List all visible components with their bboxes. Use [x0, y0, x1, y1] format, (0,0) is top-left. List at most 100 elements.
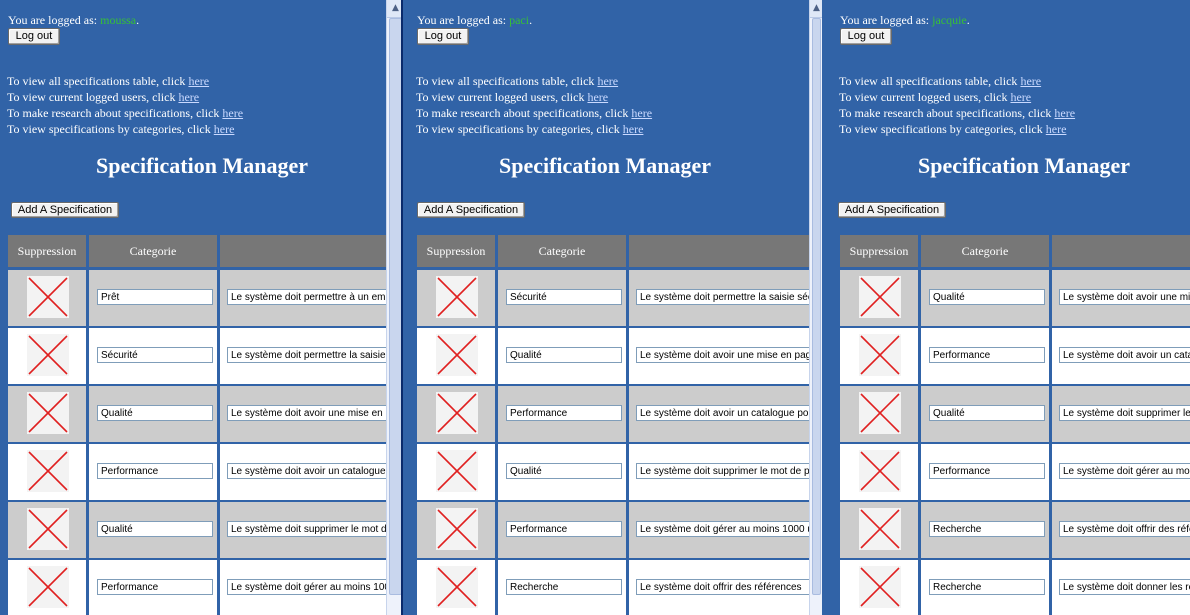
column-header-description [220, 235, 386, 267]
delete-x-icon[interactable] [27, 334, 69, 376]
category-input[interactable]: Sécurité [506, 289, 622, 305]
category-input[interactable]: Recherche [929, 521, 1045, 537]
delete-x-icon[interactable] [436, 334, 478, 376]
login-suffix: . [529, 13, 533, 27]
categorie-cell: Qualité [921, 386, 1049, 442]
description-input[interactable]: Le système doit gérer au moins 1000 [227, 579, 386, 595]
category-input[interactable]: Performance [506, 521, 622, 537]
delete-x-icon[interactable] [27, 276, 69, 318]
description-input[interactable]: Le système doit avoir un catalogue [1059, 347, 1190, 363]
description-input[interactable]: Le système doit avoir un catalogue pour [636, 405, 809, 421]
nav-link-here[interactable]: here [178, 90, 199, 104]
delete-x-icon[interactable] [27, 392, 69, 434]
nav-link-here[interactable]: here [188, 74, 209, 88]
nav-link-line: To make research about specifications, c… [7, 105, 243, 121]
category-input[interactable]: Qualité [929, 405, 1045, 421]
nav-link-here[interactable]: here [631, 106, 652, 120]
table-row: Qualité Le système doit avoir une mise en… [840, 270, 1190, 326]
add-specification-button[interactable]: Add A Specification [417, 202, 525, 218]
column-header-categorie: Categorie [498, 235, 626, 267]
description-input[interactable]: Le système doit offrir des références [636, 579, 809, 595]
navigation-links: To view all specifications table, click … [839, 73, 1075, 137]
category-input[interactable]: Performance [97, 463, 213, 479]
delete-x-icon[interactable] [27, 508, 69, 550]
category-input[interactable]: Qualité [506, 347, 622, 363]
delete-x-icon[interactable] [436, 276, 478, 318]
nav-link-here[interactable]: here [222, 106, 243, 120]
categorie-cell: Qualité [498, 328, 626, 384]
suppression-cell [840, 502, 918, 558]
nav-link-text: To view all specifications table, click [839, 74, 1021, 88]
category-input[interactable]: Recherche [929, 579, 1045, 595]
nav-link-line: To view all specifications table, click … [7, 73, 243, 89]
description-input[interactable]: Le système doit supprimer le mot de pass… [1059, 405, 1190, 421]
vertical-scrollbar[interactable]: ▲ [809, 0, 823, 615]
delete-x-icon[interactable] [859, 508, 901, 550]
categorie-cell: Qualité [89, 386, 217, 442]
logged-user-name: paci [509, 13, 530, 27]
description-input[interactable]: Le système doit avoir une mise en page [227, 405, 386, 421]
description-input[interactable]: Le système doit gérer au moins 1000 util… [636, 521, 809, 537]
category-input[interactable]: Performance [506, 405, 622, 421]
logout-button[interactable]: Log out [417, 28, 469, 45]
delete-x-icon[interactable] [436, 450, 478, 492]
description-input[interactable]: Le système doit gérer au moins 1000 [1059, 463, 1190, 479]
nav-link-here[interactable]: here [623, 122, 644, 136]
delete-x-icon[interactable] [436, 392, 478, 434]
logout-button[interactable]: Log out [8, 28, 60, 45]
nav-link-here[interactable]: here [587, 90, 608, 104]
browser-pane-paci: You are logged as: paci. Log out To view… [403, 0, 809, 615]
nav-link-here[interactable]: here [597, 74, 618, 88]
table-row: Qualité Le système doit supprimer le mot … [840, 386, 1190, 442]
description-input[interactable]: Le système doit offrir des références [1059, 521, 1190, 537]
category-input[interactable]: Qualité [929, 289, 1045, 305]
delete-x-icon[interactable] [27, 566, 69, 608]
scrollbar-thumb[interactable] [812, 18, 821, 595]
category-input[interactable]: Performance [97, 579, 213, 595]
logged-user-name: moussa [100, 13, 137, 27]
category-input[interactable]: Performance [929, 347, 1045, 363]
nav-link-here[interactable]: here [214, 122, 235, 136]
nav-link-here[interactable]: here [1046, 122, 1067, 136]
delete-x-icon[interactable] [859, 334, 901, 376]
delete-x-icon[interactable] [436, 566, 478, 608]
delete-x-icon[interactable] [27, 450, 69, 492]
description-input[interactable]: Le système doit supprimer le mot de pass… [227, 521, 386, 537]
category-input[interactable]: Recherche [506, 579, 622, 595]
description-input[interactable]: Le système doit permettre la saisie sécu… [227, 347, 386, 363]
description-input[interactable]: Le système doit permettre à un emprunteu… [227, 289, 386, 305]
page-title: Specification Manager [95, 153, 309, 178]
nav-link-here[interactable]: here [1010, 90, 1031, 104]
description-input[interactable]: Le système doit donner les résultats [1059, 579, 1190, 595]
delete-x-icon[interactable] [859, 450, 901, 492]
category-input[interactable]: Performance [929, 463, 1045, 479]
category-input[interactable]: Qualité [97, 405, 213, 421]
description-input[interactable]: Le système doit avoir une mise en page [636, 347, 809, 363]
category-input[interactable]: Prêt [97, 289, 213, 305]
delete-x-icon[interactable] [859, 276, 901, 318]
description-input[interactable]: Le système doit avoir un catalogue [227, 463, 386, 479]
delete-x-icon[interactable] [859, 566, 901, 608]
description-input[interactable]: Le système doit supprimer le mot de pass… [636, 463, 809, 479]
delete-x-icon[interactable] [436, 508, 478, 550]
login-status: You are logged as: jacquie. [840, 13, 970, 28]
delete-x-icon[interactable] [859, 392, 901, 434]
category-input[interactable]: Qualité [97, 521, 213, 537]
category-input[interactable]: Sécurité [97, 347, 213, 363]
add-specification-button[interactable]: Add A Specification [838, 202, 946, 218]
description-input[interactable]: Le système doit avoir une mise en page [1059, 289, 1190, 305]
browser-pane-jacquie: You are logged as: jacquie. Log out To v… [822, 0, 1190, 615]
nav-link-line: To view specifications by categories, cl… [7, 121, 243, 137]
logout-button[interactable]: Log out [840, 28, 892, 45]
suppression-cell [840, 270, 918, 326]
nav-link-text: To view current logged users, click [839, 90, 1011, 104]
nav-link-here[interactable]: here [1020, 74, 1041, 88]
category-input[interactable]: Qualité [506, 463, 622, 479]
categorie-cell: Recherche [921, 560, 1049, 615]
nav-link-here[interactable]: here [1054, 106, 1075, 120]
add-specification-button[interactable]: Add A Specification [11, 202, 119, 218]
description-input[interactable]: Le système doit permettre la saisie sécu… [636, 289, 809, 305]
suppression-cell [8, 270, 86, 326]
table-row: Recherche Le système doit donner les résu… [840, 560, 1190, 615]
column-header-description [1052, 235, 1190, 267]
